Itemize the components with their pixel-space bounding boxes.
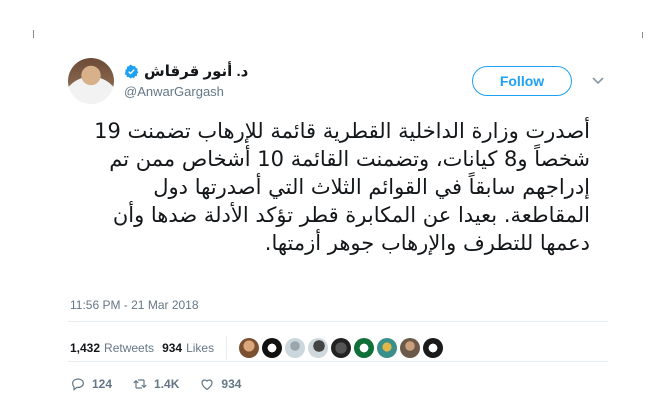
like-count: 934 — [221, 377, 242, 391]
display-name[interactable]: د. أنور قرقاش — [144, 62, 248, 80]
user-handle[interactable]: @AnwarGargash — [124, 84, 224, 99]
tweet-header: د. أنور قرقاش @AnwarGargash Follow — [68, 58, 608, 106]
likes-label: Likes — [186, 341, 215, 355]
reply-count: 124 — [92, 377, 113, 391]
divider — [68, 321, 608, 322]
retweet-count: 1.4K — [154, 377, 180, 391]
liker-avatar[interactable] — [308, 338, 329, 358]
liker-avatar[interactable] — [423, 338, 444, 358]
reply-icon — [72, 378, 84, 391]
stats-divider — [226, 336, 228, 360]
retweets-label: Retweets — [104, 341, 155, 355]
avatar[interactable] — [68, 58, 114, 104]
tweet-actions: 124 1.4K 934 — [70, 376, 261, 392]
liker-avatar[interactable] — [400, 338, 421, 358]
chevron-down-icon[interactable] — [591, 73, 605, 87]
liker-avatar[interactable] — [262, 338, 283, 358]
frame-edge-left — [33, 30, 34, 38]
reply-button[interactable]: 124 — [70, 376, 112, 392]
tweet-text: أصدرت وزارة الداخلية القطرية قائمة للإره… — [94, 119, 590, 255]
like-icon — [201, 379, 213, 391]
tweet-timestamp[interactable]: 11:56 PM - 21 Mar 2018 — [70, 298, 199, 312]
follow-button[interactable]: Follow — [472, 66, 572, 96]
liker-avatar[interactable] — [377, 338, 398, 358]
name-row: د. أنور قرقاش — [124, 62, 248, 80]
frame-edge-right — [642, 32, 643, 38]
divider — [68, 361, 608, 362]
liker-avatar[interactable] — [239, 338, 260, 358]
verified-badge-icon — [124, 64, 139, 78]
retweet-button[interactable]: 1.4K — [132, 376, 179, 392]
retweet-icon — [133, 379, 147, 389]
retweets-count: 1,432 — [70, 341, 101, 355]
likes-stat[interactable]: 934 Likes — [162, 341, 214, 355]
likes-count: 934 — [162, 341, 183, 355]
retweets-stat[interactable]: 1,432 Retweets — [70, 341, 154, 355]
like-button[interactable]: 934 — [199, 376, 241, 392]
engagement-stats: 1,432 Retweets 934 Likes — [70, 336, 444, 360]
liker-avatar[interactable] — [285, 338, 306, 358]
liker-avatar[interactable] — [354, 338, 375, 358]
liker-avatar[interactable] — [331, 338, 352, 358]
liker-avatars — [239, 338, 444, 358]
